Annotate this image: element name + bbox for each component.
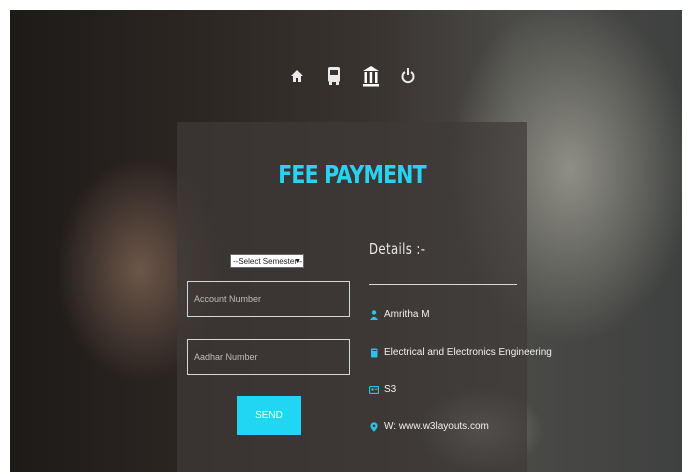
chevron-down-icon: ▼ (294, 258, 301, 265)
user-icon (369, 309, 379, 320)
page-title: FEE PAYMENT (278, 160, 426, 189)
bank-icon[interactable] (362, 62, 380, 90)
background-photo: FEE PAYMENT --Select Semester-- ▼ SEND D… (10, 10, 682, 472)
map-pin-icon (369, 421, 379, 432)
detail-department-text: Electrical and Electronics Engineering (384, 347, 552, 358)
detail-name-text: Amritha M (384, 309, 430, 320)
detail-name: Amritha M (369, 309, 430, 320)
account-number-input[interactable] (187, 281, 350, 317)
detail-department: Electrical and Electronics Engineering (369, 347, 552, 358)
detail-website-text[interactable]: W: www.w3layouts.com (384, 421, 489, 432)
home-icon[interactable] (288, 62, 306, 90)
id-card-icon (369, 385, 379, 395)
detail-website: W: www.w3layouts.com (369, 421, 489, 432)
aadhar-number-input[interactable] (187, 339, 350, 375)
top-nav (288, 62, 417, 90)
detail-semester: S3 (369, 384, 396, 395)
fee-payment-panel: FEE PAYMENT --Select Semester-- ▼ SEND D… (177, 122, 552, 472)
power-icon[interactable] (399, 62, 417, 90)
send-button[interactable]: SEND (237, 396, 301, 435)
details-heading: Details :- (369, 240, 426, 258)
bus-icon[interactable] (325, 62, 343, 90)
book-icon (369, 348, 379, 358)
semester-select-value: --Select Semester-- (233, 257, 303, 266)
semester-select[interactable]: --Select Semester-- ▼ (230, 254, 304, 268)
details-divider (369, 284, 517, 285)
detail-semester-text: S3 (384, 384, 397, 395)
